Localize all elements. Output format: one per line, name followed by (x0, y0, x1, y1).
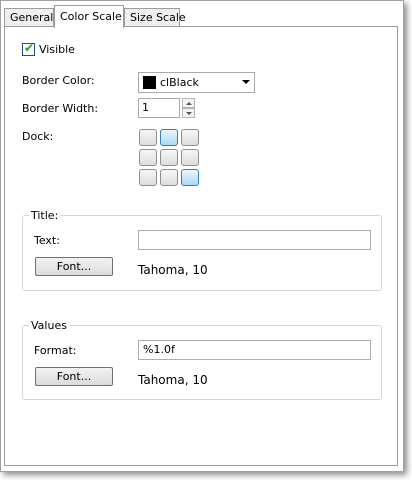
dock-top-center[interactable] (160, 129, 178, 146)
dock-label: Dock: (22, 130, 54, 143)
values-group (22, 325, 382, 400)
border-width-label: Border Width: (22, 102, 99, 115)
border-color-label: Border Color: (22, 74, 95, 87)
title-font-button[interactable]: Font... (35, 257, 113, 276)
dialog-frame: General Color Scale Size Scale ✔ Visible… (0, 0, 404, 472)
tab-panel: ✔ Visible Border Color: clBlack Border W… (4, 26, 398, 466)
dock-bottom-left[interactable] (139, 169, 157, 186)
title-group (22, 215, 382, 291)
spin-down-button[interactable] (182, 108, 195, 118)
border-width-input[interactable]: 1 (138, 98, 180, 118)
dock-top-left[interactable] (139, 129, 157, 146)
dock-bottom-right[interactable] (181, 169, 199, 186)
chevron-down-icon[interactable] (242, 80, 250, 84)
values-font-value: Tahoma, 10 (138, 373, 208, 387)
tab-size-scale-label: Size Scale (130, 11, 186, 24)
title-text-input[interactable] (138, 230, 371, 250)
color-swatch (143, 76, 156, 89)
title-group-title: Title: (29, 209, 61, 222)
visible-label: Visible (39, 43, 75, 56)
dock-middle-center[interactable] (160, 149, 178, 166)
values-font-button[interactable]: Font... (35, 367, 113, 386)
visible-checkbox[interactable]: ✔ (22, 41, 35, 56)
spin-up-button[interactable] (182, 98, 195, 108)
format-label: Format: (34, 344, 77, 357)
format-input[interactable]: %1.0f (138, 340, 371, 360)
checkmark-icon: ✔ (24, 41, 35, 55)
title-font-value: Tahoma, 10 (138, 263, 208, 277)
dock-middle-left[interactable] (139, 149, 157, 166)
title-font-button-label: Font... (56, 260, 92, 273)
tab-size-scale[interactable]: Size Scale (124, 8, 186, 27)
tab-general-label: General (10, 11, 54, 24)
title-text-label: Text: (34, 234, 60, 247)
tab-general[interactable]: General (4, 8, 54, 27)
border-color-value: clBlack (160, 76, 199, 89)
border-color-select[interactable]: clBlack (138, 72, 255, 93)
tab-color-scale-label: Color Scale (60, 10, 122, 23)
dock-top-right[interactable] (181, 129, 199, 146)
values-group-title: Values (29, 319, 69, 332)
border-width-spinner: 1 (138, 98, 196, 118)
tab-color-scale[interactable]: Color Scale (54, 5, 124, 28)
dock-bottom-center[interactable] (160, 169, 178, 186)
arrow-down-icon (186, 112, 192, 115)
arrow-up-icon (186, 102, 192, 105)
dock-middle-right[interactable] (181, 149, 199, 166)
values-font-button-label: Font... (56, 370, 92, 383)
